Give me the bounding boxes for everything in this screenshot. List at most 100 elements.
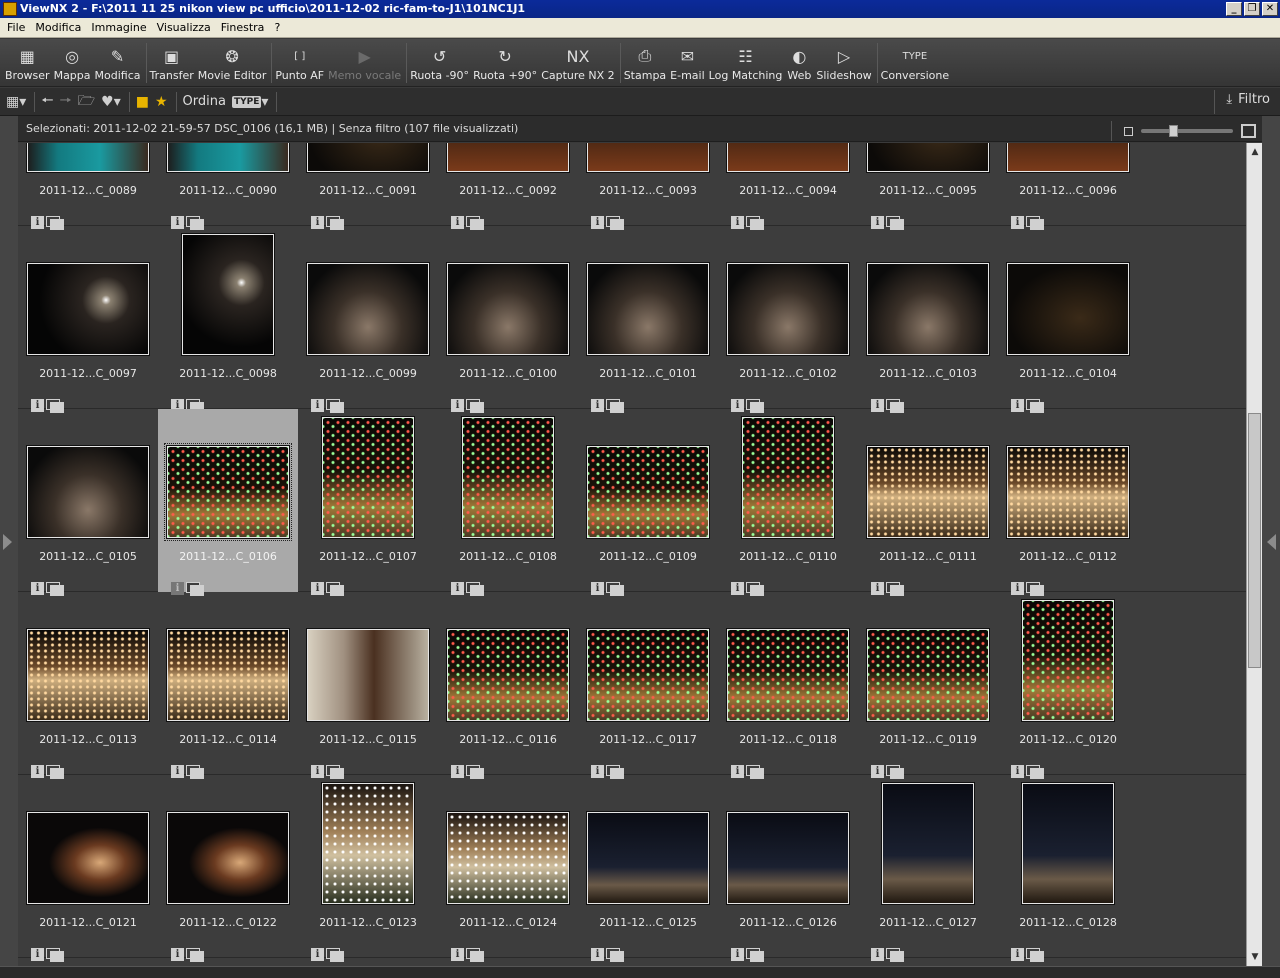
thumbnail-image[interactable] [27, 263, 149, 355]
thumbnail-image[interactable] [1007, 263, 1129, 355]
scroll-up-arrow[interactable]: ▲ [1249, 145, 1261, 159]
thumbnail-cell[interactable]: 2011-12...C_0119 i [858, 592, 998, 779]
info-icon[interactable]: i [731, 948, 744, 961]
thumbnail-image[interactable] [322, 783, 414, 904]
thumbnail-cell[interactable]: 2011-12...C_0113 i [18, 592, 158, 779]
thumbnail-cell[interactable]: 2011-12...C_0116 i [438, 592, 578, 779]
thumbnail-cell[interactable]: 2011-12...C_0095 i [858, 143, 998, 230]
thumbnail-cell[interactable]: 2011-12...C_0106 i [158, 409, 298, 596]
toolbar-af-point-button[interactable]: [ ] Punto AF [275, 39, 324, 83]
toolbar-film-reel-button[interactable]: ❂ Movie Editor [198, 39, 267, 83]
thumbnail-cell[interactable]: 2011-12...C_0123 i [298, 775, 438, 962]
thumbnail-cell[interactable]: 2011-12...C_0100 i [438, 226, 578, 413]
thumbnail-image[interactable] [307, 143, 429, 172]
thumbnail-cell[interactable]: 2011-12...C_0096 i [998, 143, 1138, 230]
thumbnail-image[interactable] [867, 263, 989, 355]
toolbar-edit-button[interactable]: ✎ Modifica [95, 39, 141, 83]
thumbnail-cell[interactable]: 2011-12...C_0108 i [438, 409, 578, 596]
thumbnail-cell[interactable]: 2011-12...C_0115 i [298, 592, 438, 779]
scrollbar-thumb[interactable] [1248, 413, 1261, 668]
thumbnail-grid-view-icon[interactable]: ▦▾ [6, 92, 26, 112]
thumbnail-cell[interactable]: 2011-12...C_0092 i [438, 143, 578, 230]
thumbnail-image[interactable] [322, 417, 414, 538]
thumbnail-image[interactable] [1007, 143, 1129, 172]
thumbnail-cell[interactable]: 2011-12...C_0124 i [438, 775, 578, 962]
folder-up-icon[interactable]: 🗁 [78, 92, 95, 112]
thumbnail-image[interactable] [727, 263, 849, 355]
left-panel-toggle[interactable] [0, 116, 18, 966]
thumbnail-image[interactable] [447, 812, 569, 904]
toolbar-rotate-left-button[interactable]: ↺ Ruota -90° [410, 39, 469, 83]
thumbnail-cell[interactable]: 2011-12...C_0107 i [298, 409, 438, 596]
thumbnail-image[interactable] [167, 143, 289, 172]
thumbnail-cell[interactable]: 2011-12...C_0118 i [718, 592, 858, 779]
minimize-button[interactable]: _ [1226, 2, 1242, 16]
large-thumbnail-icon[interactable] [1241, 124, 1256, 138]
info-icon[interactable]: i [871, 948, 884, 961]
thumbnail-image[interactable] [447, 263, 569, 355]
toolbar-capture-nx-button[interactable]: NX Capture NX 2 [541, 39, 615, 83]
thumbnail-cell[interactable]: 2011-12...C_0128 i [998, 775, 1138, 962]
thumbnail-image[interactable] [587, 446, 709, 538]
thumbnail-image[interactable] [27, 812, 149, 904]
thumbnail-cell[interactable]: 2011-12...C_0099 i [298, 226, 438, 413]
thumbnail-image[interactable] [867, 446, 989, 538]
thumbnail-image[interactable] [867, 629, 989, 721]
thumbnail-image[interactable] [727, 812, 849, 904]
favorite-folder-icon[interactable]: ♥▾ [101, 92, 121, 112]
thumbnail-image[interactable] [1022, 600, 1114, 721]
thumbnail-cell[interactable]: 2011-12...C_0101 i [578, 226, 718, 413]
info-icon[interactable]: i [171, 948, 184, 961]
thumbnail-image[interactable] [587, 263, 709, 355]
filter-button[interactable]: ⤓ Filtro [1214, 90, 1270, 114]
maximize-button[interactable]: ❐ [1244, 2, 1260, 16]
menu-immagine[interactable]: Immagine [86, 19, 151, 37]
toolbar-envelope-button[interactable]: ✉ E-mail [670, 39, 705, 83]
menu-help[interactable]: ? [269, 19, 285, 37]
thumbnail-image[interactable] [587, 143, 709, 172]
thumbnail-image[interactable] [727, 629, 849, 721]
slider-knob[interactable] [1169, 125, 1178, 137]
toolbar-camera-transfer-button[interactable]: ▣ Transfer [150, 39, 194, 83]
thumbnail-image[interactable] [27, 143, 149, 172]
menu-visualizza[interactable]: Visualizza [152, 19, 216, 37]
thumbnail-cell[interactable]: 2011-12...C_0109 i [578, 409, 718, 596]
toolbar-log-matching-button[interactable]: ☷ Log Matching [709, 39, 783, 83]
info-icon[interactable]: i [31, 948, 44, 961]
toolbar-browser-button[interactable]: ▦ Browser [5, 39, 50, 83]
info-icon[interactable]: i [1011, 948, 1024, 961]
thumbnail-cell[interactable]: 2011-12...C_0120 i [998, 592, 1138, 779]
thumbnail-image[interactable] [167, 629, 289, 721]
thumbnail-cell[interactable]: 2011-12...C_0105 i [18, 409, 158, 596]
forward-arrow-icon[interactable]: 🠖 [60, 92, 72, 112]
thumbnail-cell[interactable]: 2011-12...C_0117 i [578, 592, 718, 779]
thumbnail-image[interactable] [727, 143, 849, 172]
vertical-scrollbar[interactable]: ▲ ▼ [1246, 143, 1262, 966]
thumbnail-cell[interactable]: 2011-12...C_0114 i [158, 592, 298, 779]
thumbnail-cell[interactable]: 2011-12...C_0122 i [158, 775, 298, 962]
thumbnail-cell[interactable]: 2011-12...C_0111 i [858, 409, 998, 596]
thumbnail-cell[interactable]: 2011-12...C_0103 i [858, 226, 998, 413]
thumbnail-image[interactable] [307, 263, 429, 355]
thumbnail-cell[interactable]: 2011-12...C_0104 i [998, 226, 1138, 413]
thumbnail-image[interactable] [307, 629, 429, 721]
thumbnail-image[interactable] [867, 143, 989, 172]
menu-file[interactable]: File [2, 19, 30, 37]
new-folder-icon[interactable]: ★ [155, 92, 168, 112]
thumbnail-cell[interactable]: 2011-12...C_0110 i [718, 409, 858, 596]
thumbnail-image[interactable] [1007, 446, 1129, 538]
thumbnail-cell[interactable]: 2011-12...C_0089 i [18, 143, 158, 230]
thumbnail-image[interactable] [167, 812, 289, 904]
small-thumbnail-icon[interactable] [1124, 126, 1133, 136]
info-icon[interactable]: i [591, 948, 604, 961]
thumbnail-cell[interactable]: 2011-12...C_0091 i [298, 143, 438, 230]
thumbnail-image[interactable] [587, 629, 709, 721]
toolbar-map-button[interactable]: ◎ Mappa [54, 39, 91, 83]
thumbnail-cell[interactable]: 2011-12...C_0125 i [578, 775, 718, 962]
thumbnail-cell[interactable]: 2011-12...C_0102 i [718, 226, 858, 413]
info-icon[interactable]: i [451, 948, 464, 961]
sort-type-dropdown[interactable]: TYPE ▾ [231, 92, 268, 112]
thumbnail-cell[interactable]: 2011-12...C_0126 i [718, 775, 858, 962]
thumbnail-size-slider[interactable] [1141, 125, 1233, 137]
thumbnail-image[interactable] [462, 417, 554, 538]
